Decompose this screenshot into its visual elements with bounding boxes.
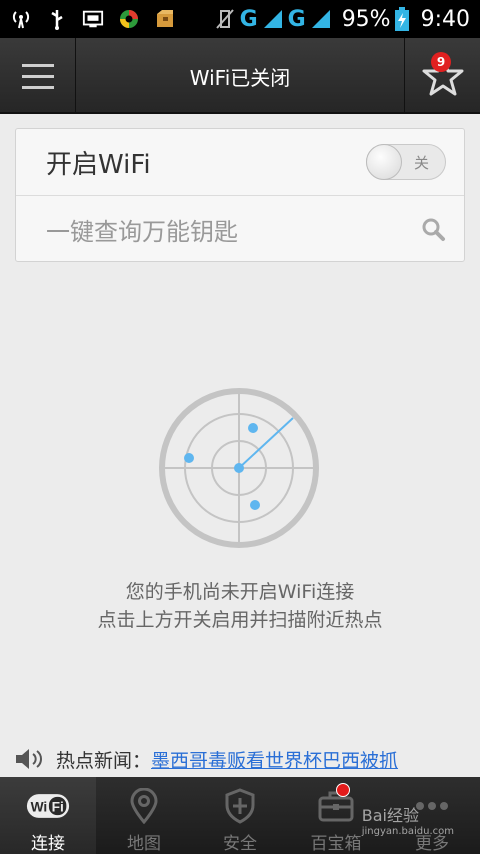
app-header: WiFi已关闭 9 [0,38,480,114]
map-pin-icon [122,787,166,825]
speaker-icon [16,749,42,769]
hamburger-icon [21,85,54,89]
svg-text:Wi: Wi [31,800,48,815]
key-search-row[interactable]: 一键查询万能钥匙 [16,196,464,262]
tab-connect-label: 连接 [31,834,65,854]
menu-button[interactable] [0,38,76,114]
favorites-button[interactable]: 9 [404,38,480,114]
key-search-placeholder: 一键查询万能钥匙 [46,217,238,246]
vibrate-off-icon [214,8,236,30]
shield-icon [218,787,262,825]
status-bar: G G 95% 9:40 [0,0,480,38]
news-label: 热点新闻： [56,749,152,772]
svg-text:Fi: Fi [52,800,64,815]
tab-toolbox-label: 百宝箱 [310,834,362,854]
hamburger-icon [21,74,54,78]
toggle-state-text: 关 [413,154,429,172]
search-icon[interactable] [420,216,446,242]
wifi-icon: Wi Fi [26,787,70,825]
signal-broadcast-icon [10,8,32,30]
tab-connect[interactable]: Wi Fi 连接 [0,777,96,854]
wifi-toggle-switch[interactable]: 关 [366,144,446,180]
network-type-2: G [287,6,306,32]
app-logo-icon [118,8,140,30]
watermark-url: jingyan.baidu.com [361,826,454,837]
package-icon [154,8,176,30]
tab-map[interactable]: 地图 [96,777,192,854]
watermark-brand: Bai经验 [361,806,419,825]
toggle-knob [366,144,402,180]
screenshot-icon [82,8,104,30]
battery-percent: 95% [341,6,391,32]
news-headline-link[interactable]: 墨西哥毒贩看世界杯巴西被抓 [151,746,398,773]
hamburger-icon [21,63,54,67]
usb-icon [46,8,68,30]
page-title: WiFi已关闭 [189,65,291,90]
battery-charging-icon [394,7,409,31]
notification-dot [336,783,350,797]
tab-security-label: 安全 [223,834,257,854]
clock: 9:40 [420,6,470,32]
wifi-toggle-row: 开启WiFi 关 [16,129,464,196]
signal-strength-icon [311,10,330,28]
wifi-toggle-label: 开启WiFi [46,149,151,180]
tab-map-label: 地图 [127,834,161,854]
wifi-off-message-line2: 点击上方开关启用并扫描附近热点 [97,609,383,631]
radar-scanner-icon [159,388,319,548]
network-type-1: G [239,6,258,32]
signal-strength-icon [263,10,282,28]
tab-security[interactable]: 安全 [192,777,288,854]
baidu-watermark: Bai经验 jingyan.baidu.com [362,802,454,837]
favorites-badge: 9 [431,52,451,72]
news-ticker: 热点新闻： 墨西哥毒贩看世界杯巴西被抓 [14,744,398,774]
wifi-control-card: 开启WiFi 关 一键查询万能钥匙 [15,128,465,262]
wifi-off-message-line1: 您的手机尚未开启WiFi连接 [125,581,355,603]
